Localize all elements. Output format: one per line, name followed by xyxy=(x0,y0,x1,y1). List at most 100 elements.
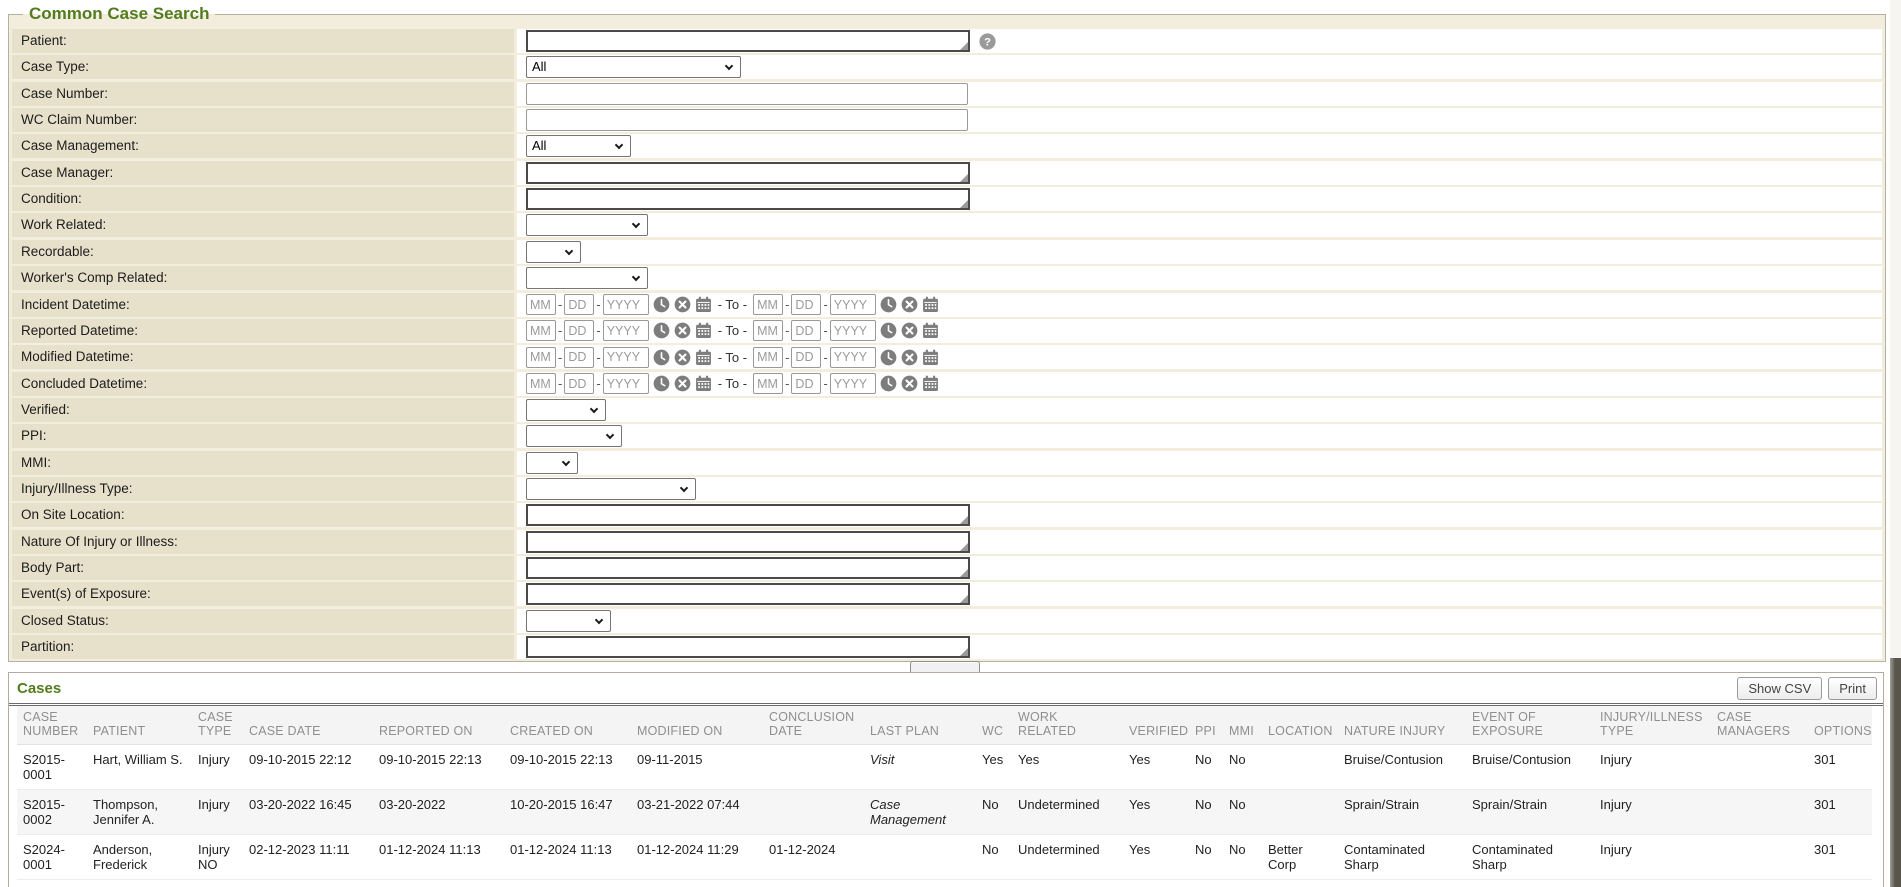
resize-grip-icon[interactable] xyxy=(960,42,968,50)
clock-icon[interactable] xyxy=(880,296,897,313)
page-scrollbar-thumb[interactable] xyxy=(1890,658,1901,887)
resize-grip-icon[interactable] xyxy=(960,174,968,182)
incident-datetime-from-yyyy-input[interactable] xyxy=(603,294,649,315)
nature-of-injury-textarea[interactable] xyxy=(526,531,970,553)
case-manager-textarea[interactable] xyxy=(526,162,970,184)
nature-of-injury-textarea-field[interactable] xyxy=(528,533,968,551)
modified-datetime-from-yyyy-input[interactable] xyxy=(603,347,649,368)
reported-datetime-to-yyyy-input[interactable] xyxy=(830,320,876,341)
workers-comp-related-select[interactable] xyxy=(526,267,648,289)
concluded-datetime-from-yyyy-input[interactable] xyxy=(603,373,649,394)
column-header-conclusion-date: CONCLUSION DATE xyxy=(763,706,864,745)
calendar-icon[interactable] xyxy=(695,349,712,366)
calendar-icon[interactable] xyxy=(695,296,712,313)
concluded-datetime-to-yyyy-input[interactable] xyxy=(830,373,876,394)
recordable-select[interactable] xyxy=(526,241,581,263)
case-number-input[interactable] xyxy=(526,83,968,105)
case-manager-textarea-field[interactable] xyxy=(528,164,968,182)
concluded-datetime-to-mm-input[interactable] xyxy=(753,373,783,394)
common-case-search-panel: Common Case Search Patient:?Case Type:Al… xyxy=(8,14,1886,662)
modified-datetime-to-mm-input[interactable] xyxy=(753,347,783,368)
cell-work-related: Undetermined xyxy=(1012,790,1123,835)
reported-datetime-from-yyyy-input[interactable] xyxy=(603,320,649,341)
column-header-event-of-exposure: EVENT OF EXPOSURE xyxy=(1466,706,1594,745)
resize-grip-icon[interactable] xyxy=(960,569,968,577)
injury-illness-type-select[interactable] xyxy=(526,478,696,500)
incident-datetime-to-yyyy-input[interactable] xyxy=(830,294,876,315)
resize-grip-icon[interactable] xyxy=(960,200,968,208)
events-of-exposure-textarea[interactable] xyxy=(526,583,970,605)
concluded-datetime-to-dd-input[interactable] xyxy=(791,373,821,394)
ppi-select[interactable] xyxy=(526,425,622,447)
chevron-down-icon xyxy=(615,141,623,149)
resize-grip-icon[interactable] xyxy=(960,543,968,551)
resize-grip-icon[interactable] xyxy=(960,595,968,603)
clear-icon[interactable] xyxy=(901,375,918,392)
condition-textarea[interactable] xyxy=(526,188,970,210)
print-button[interactable]: Print xyxy=(1828,677,1877,700)
reported-datetime-from-dd-input[interactable] xyxy=(564,320,594,341)
clear-icon[interactable] xyxy=(674,322,691,339)
page-scrollbar-track[interactable] xyxy=(1890,0,1901,887)
calendar-icon[interactable] xyxy=(922,322,939,339)
body-part-textarea[interactable] xyxy=(526,557,970,579)
on-site-location-textarea-field[interactable] xyxy=(528,506,968,524)
help-icon[interactable]: ? xyxy=(979,33,996,50)
clock-icon[interactable] xyxy=(653,375,670,392)
cell-conclusion-date: 01-12-2024 xyxy=(763,835,864,880)
clear-icon[interactable] xyxy=(674,296,691,313)
calendar-icon[interactable] xyxy=(922,296,939,313)
incident-datetime-to-dd-input[interactable] xyxy=(791,294,821,315)
calendar-icon[interactable] xyxy=(922,349,939,366)
condition-textarea-field[interactable] xyxy=(528,190,968,208)
work-related-select[interactable] xyxy=(526,214,648,236)
patient-textarea[interactable] xyxy=(526,30,970,52)
closed-status-select[interactable] xyxy=(526,610,611,632)
clock-icon[interactable] xyxy=(653,322,670,339)
mmi-select[interactable] xyxy=(526,452,578,474)
table-row: S2015-0001Hart, William S.Injury09-10-20… xyxy=(17,745,1872,790)
reported-datetime-to-mm-input[interactable] xyxy=(753,320,783,341)
modified-datetime-to-yyyy-input[interactable] xyxy=(830,347,876,368)
reported-datetime-from-mm-input[interactable] xyxy=(526,320,556,341)
incident-datetime-from-dd-input[interactable] xyxy=(564,294,594,315)
wc-claim-number-input[interactable] xyxy=(526,109,968,131)
on-site-location-textarea[interactable] xyxy=(526,504,970,526)
show-csv-button[interactable]: Show CSV xyxy=(1737,677,1822,700)
calendar-icon[interactable] xyxy=(922,375,939,392)
field-label-events-of-exposure: Event(s) of Exposure: xyxy=(12,582,514,606)
case-management-select[interactable]: All xyxy=(526,135,631,157)
clock-icon[interactable] xyxy=(880,349,897,366)
partition-textarea[interactable] xyxy=(526,636,970,658)
case-type-select[interactable]: All xyxy=(526,56,741,78)
patient-textarea-field[interactable] xyxy=(528,32,968,50)
field-label-patient: Patient: xyxy=(12,29,514,53)
clear-icon[interactable] xyxy=(901,322,918,339)
resize-grip-icon[interactable] xyxy=(960,648,968,656)
incident-datetime-from-mm-input[interactable] xyxy=(526,294,556,315)
body-part-textarea-field[interactable] xyxy=(528,559,968,577)
clear-icon[interactable] xyxy=(901,296,918,313)
resize-grip-icon[interactable] xyxy=(960,516,968,524)
clock-icon[interactable] xyxy=(880,375,897,392)
clear-icon[interactable] xyxy=(674,349,691,366)
cell-event-of-exposure: Sprain/Strain xyxy=(1466,790,1594,835)
verified-select[interactable] xyxy=(526,399,606,421)
modified-datetime-from-mm-input[interactable] xyxy=(526,347,556,368)
clock-icon[interactable] xyxy=(653,296,670,313)
clear-icon[interactable] xyxy=(901,349,918,366)
calendar-icon[interactable] xyxy=(695,322,712,339)
events-of-exposure-textarea-field[interactable] xyxy=(528,585,968,603)
form-row-body-part: Body Part: xyxy=(12,556,1882,580)
modified-datetime-from-dd-input[interactable] xyxy=(564,347,594,368)
concluded-datetime-from-dd-input[interactable] xyxy=(564,373,594,394)
modified-datetime-to-dd-input[interactable] xyxy=(791,347,821,368)
partition-textarea-field[interactable] xyxy=(528,638,968,656)
clear-icon[interactable] xyxy=(674,375,691,392)
concluded-datetime-from-mm-input[interactable] xyxy=(526,373,556,394)
calendar-icon[interactable] xyxy=(695,375,712,392)
clock-icon[interactable] xyxy=(653,349,670,366)
clock-icon[interactable] xyxy=(880,322,897,339)
reported-datetime-to-dd-input[interactable] xyxy=(791,320,821,341)
incident-datetime-to-mm-input[interactable] xyxy=(753,294,783,315)
